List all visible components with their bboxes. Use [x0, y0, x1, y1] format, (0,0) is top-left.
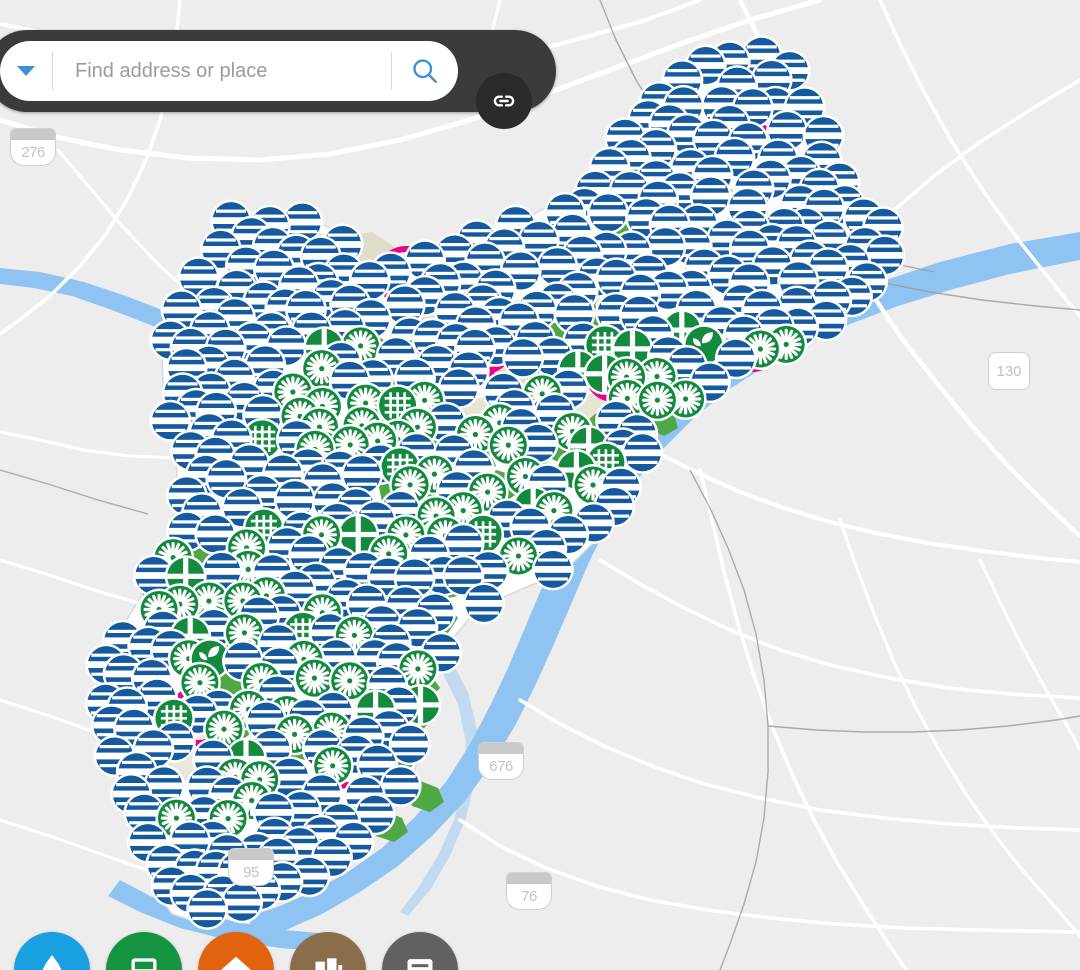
facility-marker[interactable]: [532, 548, 574, 590]
search-source-dropdown[interactable]: [0, 41, 52, 101]
category-button-bar: [0, 928, 458, 970]
map-canvas[interactable]: [0, 0, 1080, 970]
facility-marker[interactable]: [587, 192, 629, 234]
water-category-button[interactable]: [14, 932, 90, 970]
home-icon: [216, 950, 256, 970]
chevron-down-icon: [17, 66, 35, 76]
droplet-icon: [32, 950, 72, 970]
search-icon: [410, 56, 440, 86]
books-icon: [308, 950, 348, 970]
link-icon: [491, 88, 517, 114]
home-category-button[interactable]: [198, 932, 274, 970]
facility-marker[interactable]: [463, 582, 505, 624]
transit-category-button[interactable]: [106, 932, 182, 970]
documents-category-button[interactable]: [382, 932, 458, 970]
document-icon: [400, 950, 440, 970]
search-submit-button[interactable]: [392, 41, 458, 101]
search-box: [0, 41, 458, 101]
map-application: 2761306767695: [0, 0, 1080, 970]
search-widget: [0, 30, 556, 112]
share-link-button[interactable]: [476, 73, 532, 129]
bus-icon: [124, 950, 164, 970]
facility-marker[interactable]: [186, 888, 228, 930]
search-input[interactable]: [53, 41, 391, 101]
facility-marker[interactable]: [221, 881, 263, 923]
library-category-button[interactable]: [290, 932, 366, 970]
